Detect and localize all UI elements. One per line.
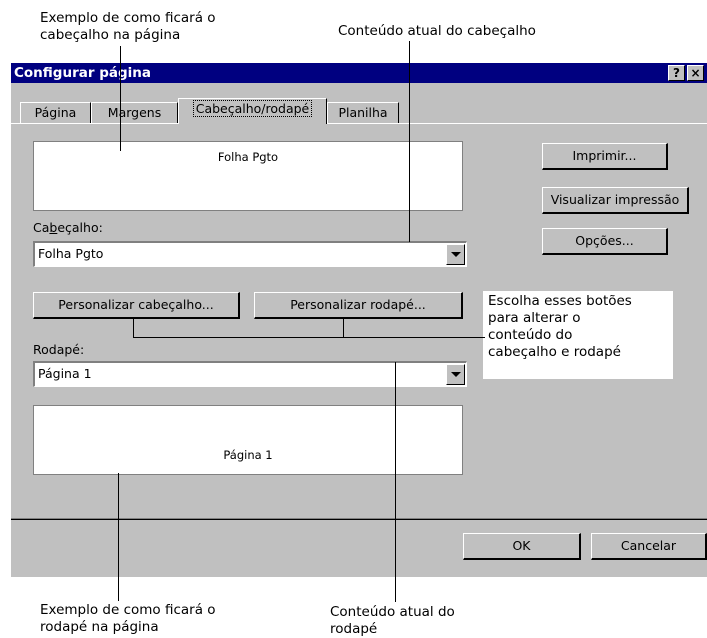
dialog-title: Configurar página: [14, 65, 151, 81]
print-preview-button[interactable]: Visualizar impressão: [542, 187, 689, 214]
close-button[interactable]: ×: [687, 65, 704, 81]
header-select-value: Folha Pgto: [38, 246, 104, 261]
footer-preview-text: Página 1: [223, 448, 273, 462]
header-label: Cabeçalho:: [33, 220, 103, 235]
annotation-line: Exemplo de como ficará o: [40, 10, 216, 26]
header-select[interactable]: Folha Pgto: [33, 241, 467, 267]
tab-label: Cabeçalho/rodapé: [192, 100, 313, 117]
header-preview: Folha Pgto: [33, 141, 463, 211]
annotation-line: Escolha esses botões: [488, 293, 632, 309]
tab-margens[interactable]: Margens: [91, 102, 178, 124]
tab-label: Margens: [107, 105, 162, 120]
leader-line-footer-example: [118, 473, 119, 601]
chevron-down-icon[interactable]: [446, 244, 465, 265]
annotation-header-content: Conteúdo atual do cabeçalho: [338, 23, 536, 39]
annotation-line: cabeçalho e rodapé: [488, 344, 621, 360]
chevron-down-icon[interactable]: [446, 364, 465, 385]
print-button[interactable]: Imprimir...: [542, 143, 668, 170]
leader-line-footer-content: [395, 362, 396, 602]
ok-button[interactable]: OK: [463, 533, 581, 560]
annotation-line: conteúdo do: [488, 327, 573, 343]
leader-line-header-example: [120, 46, 121, 151]
custom-header-button[interactable]: Personalizar cabeçalho...: [33, 292, 240, 319]
panel-top-edge: [11, 123, 707, 124]
header-preview-text: Folha Pgto: [217, 150, 279, 164]
leader-line-button-left: [133, 318, 134, 337]
annotation-line: rodapé na página: [40, 619, 159, 635]
panel-bottom-edge: [11, 519, 707, 520]
tab-pagina[interactable]: Página: [20, 102, 91, 124]
leader-line-header-content: [409, 41, 410, 242]
footer-select-value: Página 1: [38, 366, 92, 381]
footer-label: Rodapé:: [33, 342, 85, 357]
tab-label: Planilha: [338, 105, 388, 120]
custom-footer-button[interactable]: Personalizar rodapé...: [254, 292, 463, 319]
help-button[interactable]: ?: [668, 65, 685, 81]
options-button[interactable]: Opções...: [542, 228, 668, 255]
tab-label: Página: [34, 105, 77, 120]
annotation-line: Exemplo de como ficará o: [40, 602, 216, 618]
annotation-line: para alterar o: [488, 310, 581, 326]
leader-line-button-right: [343, 318, 344, 337]
annotation-line: Conteúdo atual do: [330, 604, 455, 620]
cancel-button[interactable]: Cancelar: [591, 533, 707, 560]
annotation-header-example: Exemplo de como ficará o cabeçalho na pá…: [40, 10, 216, 44]
annotation-footer-example: Exemplo de como ficará o rodapé na págin…: [40, 602, 216, 636]
leader-line-buttons-horizontal: [133, 337, 485, 338]
footer-select[interactable]: Página 1: [33, 361, 467, 387]
annotation-buttons-note: Escolha esses botões para alterar o cont…: [488, 293, 632, 361]
annotation-line: cabeçalho na página: [40, 27, 181, 43]
tab-cabecalho-rodape[interactable]: Cabeçalho/rodapé: [178, 98, 327, 124]
footer-preview: Página 1: [33, 405, 463, 475]
title-bar: Configurar página ? ×: [11, 63, 707, 83]
annotation-footer-content: Conteúdo atual do rodapé: [330, 604, 455, 638]
annotation-line: rodapé: [330, 621, 378, 637]
tab-planilha[interactable]: Planilha: [327, 102, 399, 124]
